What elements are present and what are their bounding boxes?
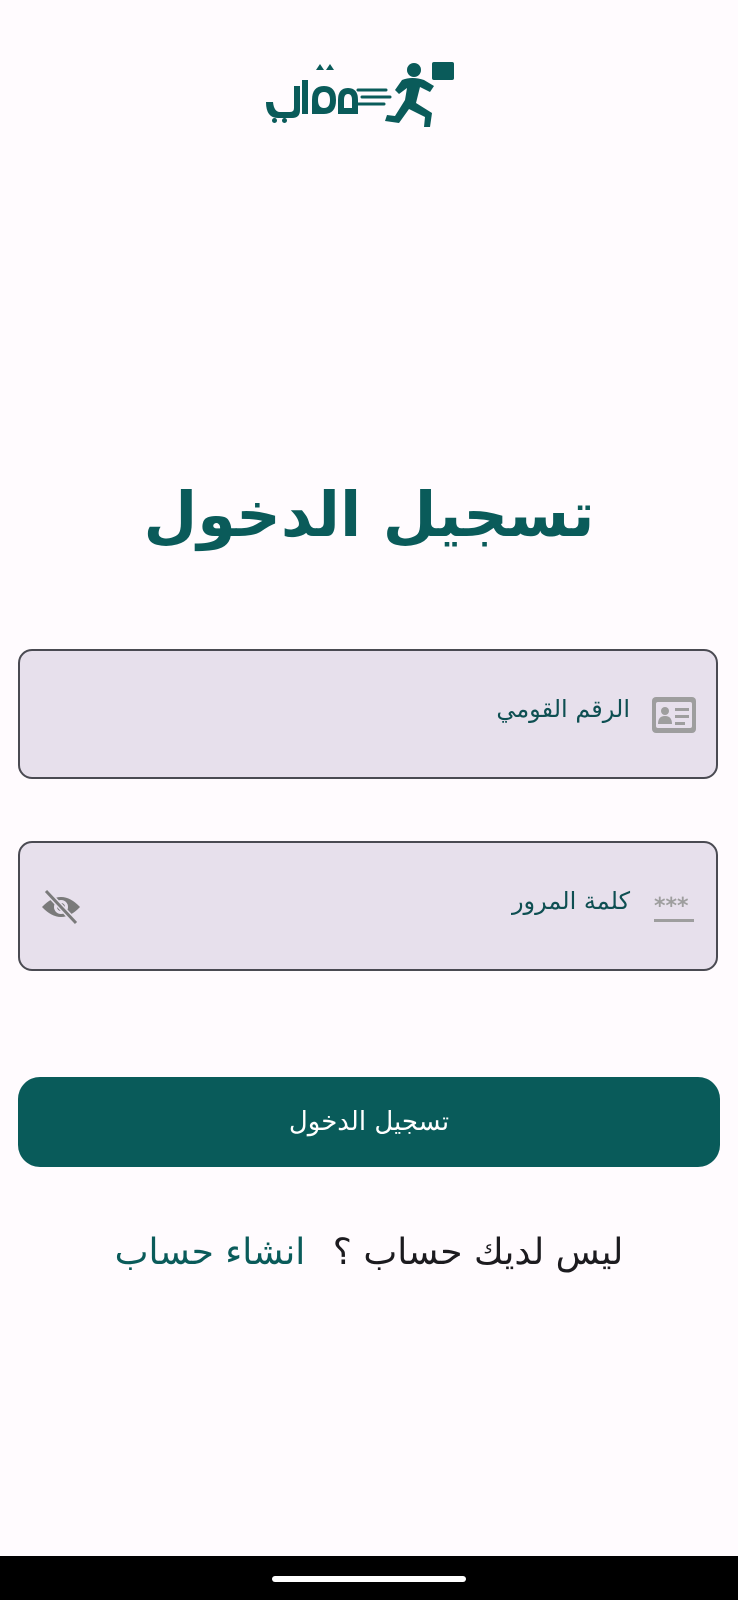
national-id-placeholder: الرقم القومي xyxy=(496,695,630,723)
signup-question: ليس لديك حساب ؟ xyxy=(332,1232,624,1273)
password-field[interactable]: *** كلمة المرور xyxy=(18,841,718,971)
login-screen: تسجيل الدخول الرقم القومي *** كلمة المرو… xyxy=(0,0,738,1600)
id-card-icon xyxy=(650,695,698,735)
home-handle[interactable] xyxy=(272,1576,466,1582)
navigation-bar xyxy=(0,1556,738,1600)
password-icon: *** xyxy=(650,887,698,927)
login-button[interactable]: تسجيل الدخول xyxy=(18,1077,720,1167)
create-account-link[interactable]: انشاء حساب xyxy=(115,1232,306,1273)
national-id-field[interactable]: الرقم القومي xyxy=(18,649,718,779)
app-logo xyxy=(262,56,474,132)
svg-text:***: *** xyxy=(654,894,689,919)
password-placeholder: كلمة المرور xyxy=(511,887,630,915)
status-bar xyxy=(0,0,738,40)
page-title: تسجيل الدخول xyxy=(143,478,595,551)
eye-off-icon[interactable] xyxy=(40,887,82,927)
signup-prompt: ليس لديك حساب ؟ انشاء حساب xyxy=(0,1232,738,1273)
